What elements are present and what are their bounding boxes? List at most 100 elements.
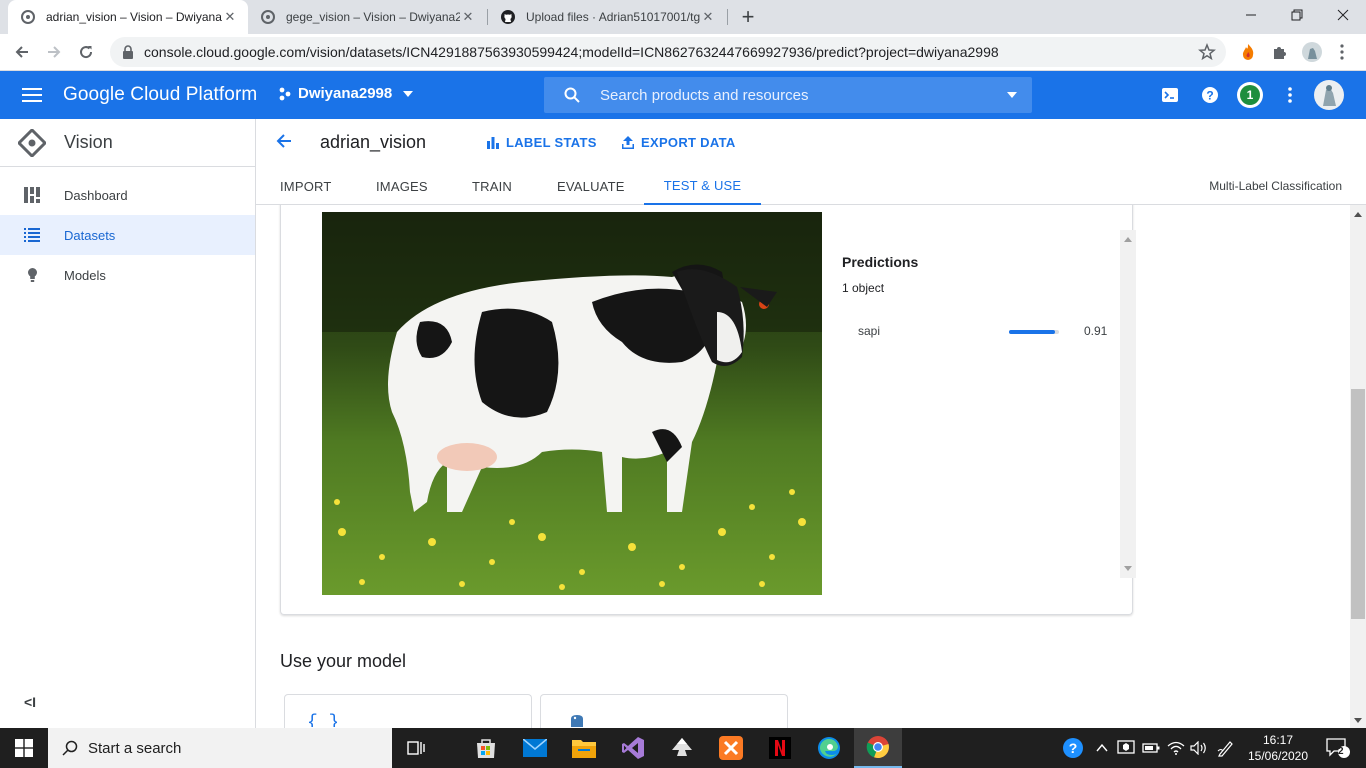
classification-mode: Multi-Label Classification <box>1209 179 1342 193</box>
pen-workspace-icon[interactable] <box>1214 728 1238 768</box>
bar-chart-icon <box>487 136 499 149</box>
clock-date: 15/06/2020 <box>1247 749 1309 763</box>
chevron-up-icon[interactable] <box>1094 728 1110 768</box>
lightbulb-icon <box>24 268 37 282</box>
prediction-score: 0.91 <box>1084 324 1108 338</box>
forward-arrow-icon[interactable] <box>40 38 68 66</box>
tab-train[interactable]: TRAIN <box>472 167 512 205</box>
scroll-thumb[interactable] <box>1351 389 1365 619</box>
netflix-icon[interactable] <box>756 728 804 768</box>
store-icon[interactable] <box>462 728 510 768</box>
tab-import[interactable]: IMPORT <box>280 167 332 205</box>
xampp-icon[interactable] <box>707 728 755 768</box>
more-vert-icon[interactable] <box>1278 83 1302 107</box>
label-stats-label: LABEL STATS <box>506 135 597 150</box>
task-view-icon[interactable] <box>392 728 440 768</box>
collapse-nav-button[interactable]: <I <box>24 694 36 710</box>
close-tab-icon[interactable]: ✕ <box>222 9 238 25</box>
restore-window-button[interactable] <box>1274 0 1320 30</box>
prediction-score-bar <box>1009 330 1059 334</box>
wifi-icon[interactable] <box>1165 728 1187 768</box>
gcp-favicon-icon <box>260 9 276 25</box>
reload-icon[interactable] <box>72 38 100 66</box>
project-name: Dwiyana2998 <box>298 85 393 102</box>
side-navigation: Vision Dashboard Datasets Models <I <box>0 119 256 728</box>
chrome-icon[interactable] <box>854 728 902 768</box>
vision-logo-icon <box>18 128 46 157</box>
sidebar-item-dashboard[interactable]: Dashboard <box>0 175 255 215</box>
search-icon <box>62 740 78 756</box>
visual-studio-icon[interactable] <box>609 728 657 768</box>
sidebar-item-datasets[interactable]: Datasets <box>0 215 255 255</box>
scroll-down-arrow-icon[interactable] <box>1354 718 1362 724</box>
dataset-tabs: IMPORT IMAGES TRAIN EVALUATE TEST & USE … <box>256 167 1366 205</box>
profile-avatar-icon[interactable] <box>1300 40 1324 64</box>
taskbar-search-input[interactable]: Start a search <box>48 728 392 768</box>
edge-icon[interactable] <box>805 728 853 768</box>
tab-title: adrian_vision – Vision – Dwiyana2998 <box>46 10 222 24</box>
scroll-down-arrow-icon[interactable] <box>1124 566 1132 572</box>
gcp-brand[interactable]: Google Cloud Platform <box>63 84 257 106</box>
volume-icon[interactable] <box>1188 728 1210 768</box>
scroll-up-arrow-icon[interactable] <box>1124 236 1132 242</box>
tab-test-and-use[interactable]: TEST & USE <box>644 167 761 205</box>
back-arrow-icon[interactable] <box>8 38 36 66</box>
export-data-label: EXPORT DATA <box>641 135 736 150</box>
search-icon <box>564 87 580 103</box>
page-header: adrian_vision LABEL STATS EXPORT DATA <box>256 119 1366 167</box>
cloud-shell-icon[interactable] <box>1158 83 1182 107</box>
help-tray-icon[interactable]: ? <box>1060 728 1086 768</box>
close-window-button[interactable] <box>1320 0 1366 30</box>
extensions-puzzle-icon[interactable] <box>1268 40 1292 64</box>
back-arrow-icon[interactable] <box>276 133 292 149</box>
project-selector[interactable]: Dwiyana2998 <box>278 85 414 102</box>
python-card[interactable] <box>540 694 788 728</box>
battery-icon[interactable] <box>1140 728 1162 768</box>
label-stats-button[interactable]: LABEL STATS <box>487 135 597 150</box>
search-dropdown-icon[interactable] <box>1006 91 1018 99</box>
browser-tab[interactable]: gege_vision – Vision – Dwiyana2998 ✕ <box>248 0 486 34</box>
taskbar-clock[interactable]: 16:17 15/06/2020 <box>1246 732 1310 764</box>
use-model-heading: Use your model <box>280 651 407 671</box>
help-icon[interactable]: ? <box>1198 83 1222 107</box>
hamburger-menu-icon[interactable] <box>20 83 44 107</box>
notifications-badge[interactable]: 1 <box>1237 82 1263 108</box>
rest-api-card[interactable]: { } <box>284 694 532 728</box>
security-tray-icon[interactable] <box>1115 728 1137 768</box>
minimize-window-button[interactable] <box>1228 0 1274 30</box>
mail-icon[interactable] <box>511 728 559 768</box>
main-content: Predictions 1 object sapi 0.91 Use your … <box>256 205 1350 728</box>
address-bar[interactable]: console.cloud.google.com/vision/datasets… <box>110 37 1226 67</box>
close-tab-icon[interactable]: ✕ <box>460 9 476 25</box>
list-icon <box>24 228 40 242</box>
chrome-menu-icon[interactable] <box>1330 40 1354 64</box>
lock-icon <box>122 45 134 59</box>
windows-start-icon[interactable] <box>0 728 48 768</box>
browser-tab[interactable]: Upload files · Adrian51017001/tg ✕ <box>488 0 726 34</box>
file-explorer-icon[interactable] <box>560 728 608 768</box>
export-data-button[interactable]: EXPORT DATA <box>622 135 736 150</box>
tab-evaluate[interactable]: EVALUATE <box>557 167 625 205</box>
chevron-down-icon <box>402 90 414 98</box>
inkscape-icon[interactable] <box>658 728 706 768</box>
close-tab-icon[interactable]: ✕ <box>700 9 716 25</box>
dashboard-icon <box>24 187 40 203</box>
page-scrollbar[interactable] <box>1350 205 1366 728</box>
scroll-up-arrow-icon[interactable] <box>1354 211 1362 217</box>
extension-fire-icon[interactable] <box>1236 40 1260 64</box>
upload-icon <box>622 136 634 149</box>
new-tab-button[interactable]: + <box>733 0 763 34</box>
taskbar-search-placeholder: Start a search <box>88 739 182 757</box>
search-placeholder: Search products and resources <box>600 86 809 104</box>
browser-tab-active[interactable]: adrian_vision – Vision – Dwiyana2998 ✕ <box>8 0 248 34</box>
action-center-icon[interactable]: 2 <box>1318 728 1358 768</box>
sidebar-item-models[interactable]: Models <box>0 255 255 295</box>
predictions-scrollbar[interactable] <box>1120 230 1136 578</box>
gcp-header: Google Cloud Platform Dwiyana2998 Search… <box>0 71 1366 119</box>
search-input[interactable]: Search products and resources <box>544 77 1032 113</box>
account-avatar[interactable] <box>1313 79 1345 111</box>
tab-images[interactable]: IMAGES <box>376 167 428 205</box>
tab-title: Upload files · Adrian51017001/tg <box>526 10 700 24</box>
svg-text:?: ? <box>1206 89 1213 103</box>
bookmark-star-icon[interactable] <box>1198 43 1216 61</box>
